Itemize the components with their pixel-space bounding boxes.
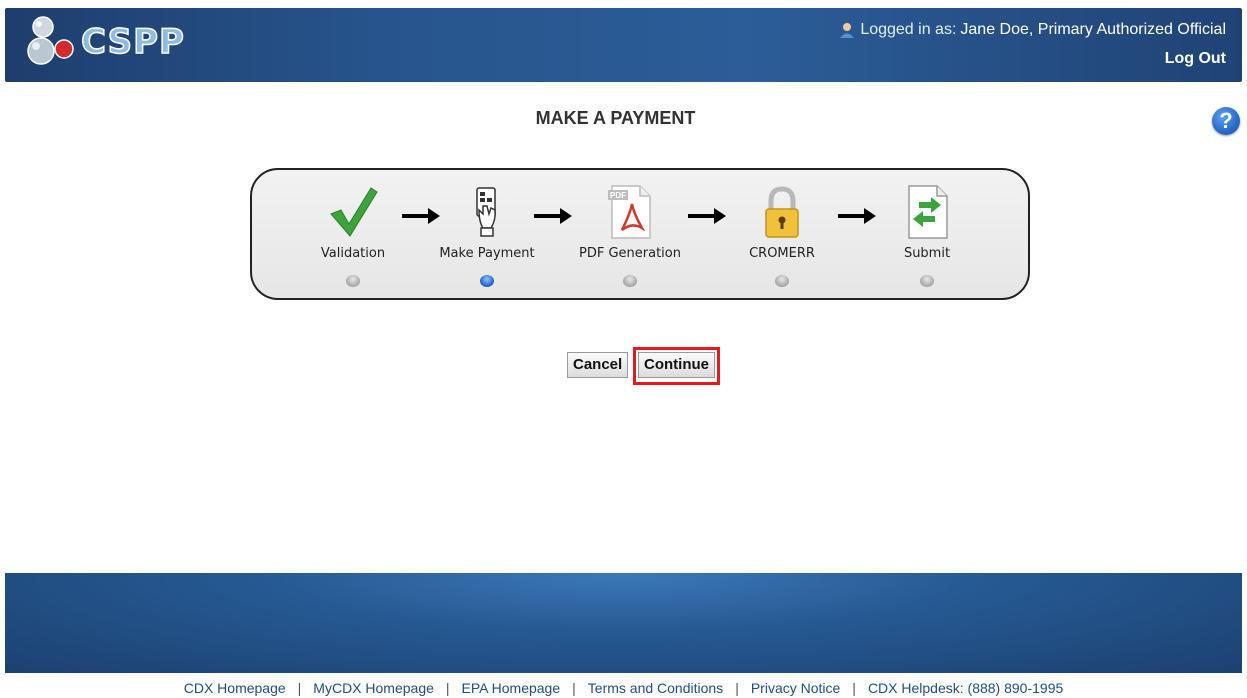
help-icon[interactable]: ? <box>1212 107 1240 135</box>
footer-link-cdx-homepage[interactable]: CDX Homepage <box>184 680 286 696</box>
payment-card-icon <box>476 187 496 237</box>
footer-link-terms[interactable]: Terms and Conditions <box>588 680 723 696</box>
step-cromerr: CROMERR <box>727 170 837 298</box>
separator: | <box>572 680 576 696</box>
step-label: Submit <box>903 246 951 261</box>
logo-text: CSPP <box>80 21 185 63</box>
molecule-icon <box>27 16 74 65</box>
progress-wizard: Validation Make Payment PDF PDF Generati… <box>250 168 1030 300</box>
footer-link-mycdx-homepage[interactable]: MyCDX Homepage <box>313 680 434 696</box>
separator: | <box>297 680 302 696</box>
lock-icon <box>765 186 799 238</box>
pdf-icon: PDF <box>608 185 651 239</box>
cancel-button[interactable]: Cancel <box>567 352 629 378</box>
step-pdf-generation: PDF PDF Generation <box>575 170 685 298</box>
checkmark-icon <box>330 187 378 237</box>
step-validation: Validation <box>298 170 408 298</box>
step-label: PDF Generation <box>579 246 681 261</box>
footer-links: CDX Homepage | MyCDX Homepage | EPA Homepage… <box>0 680 1247 696</box>
separator: | <box>735 680 739 696</box>
step-label: Validation <box>320 246 386 261</box>
page-title: MAKE A PAYMENT <box>535 108 696 128</box>
login-status: Logged in as: Jane Doe, Primary Authoriz… <box>838 21 1226 39</box>
step-indicator <box>623 275 637 287</box>
user-icon <box>840 23 855 38</box>
logout-link[interactable]: Log Out <box>1165 50 1226 68</box>
arrow-right-icon <box>688 208 726 224</box>
step-indicator <box>775 275 789 287</box>
arrow-right-icon <box>534 208 572 224</box>
step-label: CROMERR <box>749 246 815 261</box>
footer-band <box>5 573 1242 673</box>
footer-link-epa-homepage[interactable]: EPA Homepage <box>462 680 561 696</box>
step-indicator <box>346 275 360 287</box>
logged-in-label: Logged in as: <box>860 21 957 38</box>
step-label: Make Payment <box>439 246 535 261</box>
separator: | <box>445 680 450 696</box>
footer-link-privacy[interactable]: Privacy Notice <box>751 680 840 696</box>
footer-link-helpdesk[interactable]: CDX Helpdesk: (888) 890-1995 <box>868 680 1063 696</box>
cspp-logo[interactable]: CSPP <box>21 13 185 71</box>
user-name: Jane Doe, Primary Authorized Official <box>960 21 1226 38</box>
submit-document-icon <box>908 185 948 239</box>
step-indicator-active <box>480 275 494 287</box>
svg-text:PDF: PDF <box>610 191 626 200</box>
step-indicator <box>920 275 934 287</box>
header-bar: CSPP Logged in as: Jane Doe, Primary Aut… <box>5 8 1242 82</box>
step-make-payment: Make Payment <box>432 170 542 298</box>
continue-button[interactable]: Continue <box>638 352 715 378</box>
separator: | <box>852 680 856 696</box>
arrow-right-icon <box>838 208 876 224</box>
step-submit: Submit <box>872 170 982 298</box>
